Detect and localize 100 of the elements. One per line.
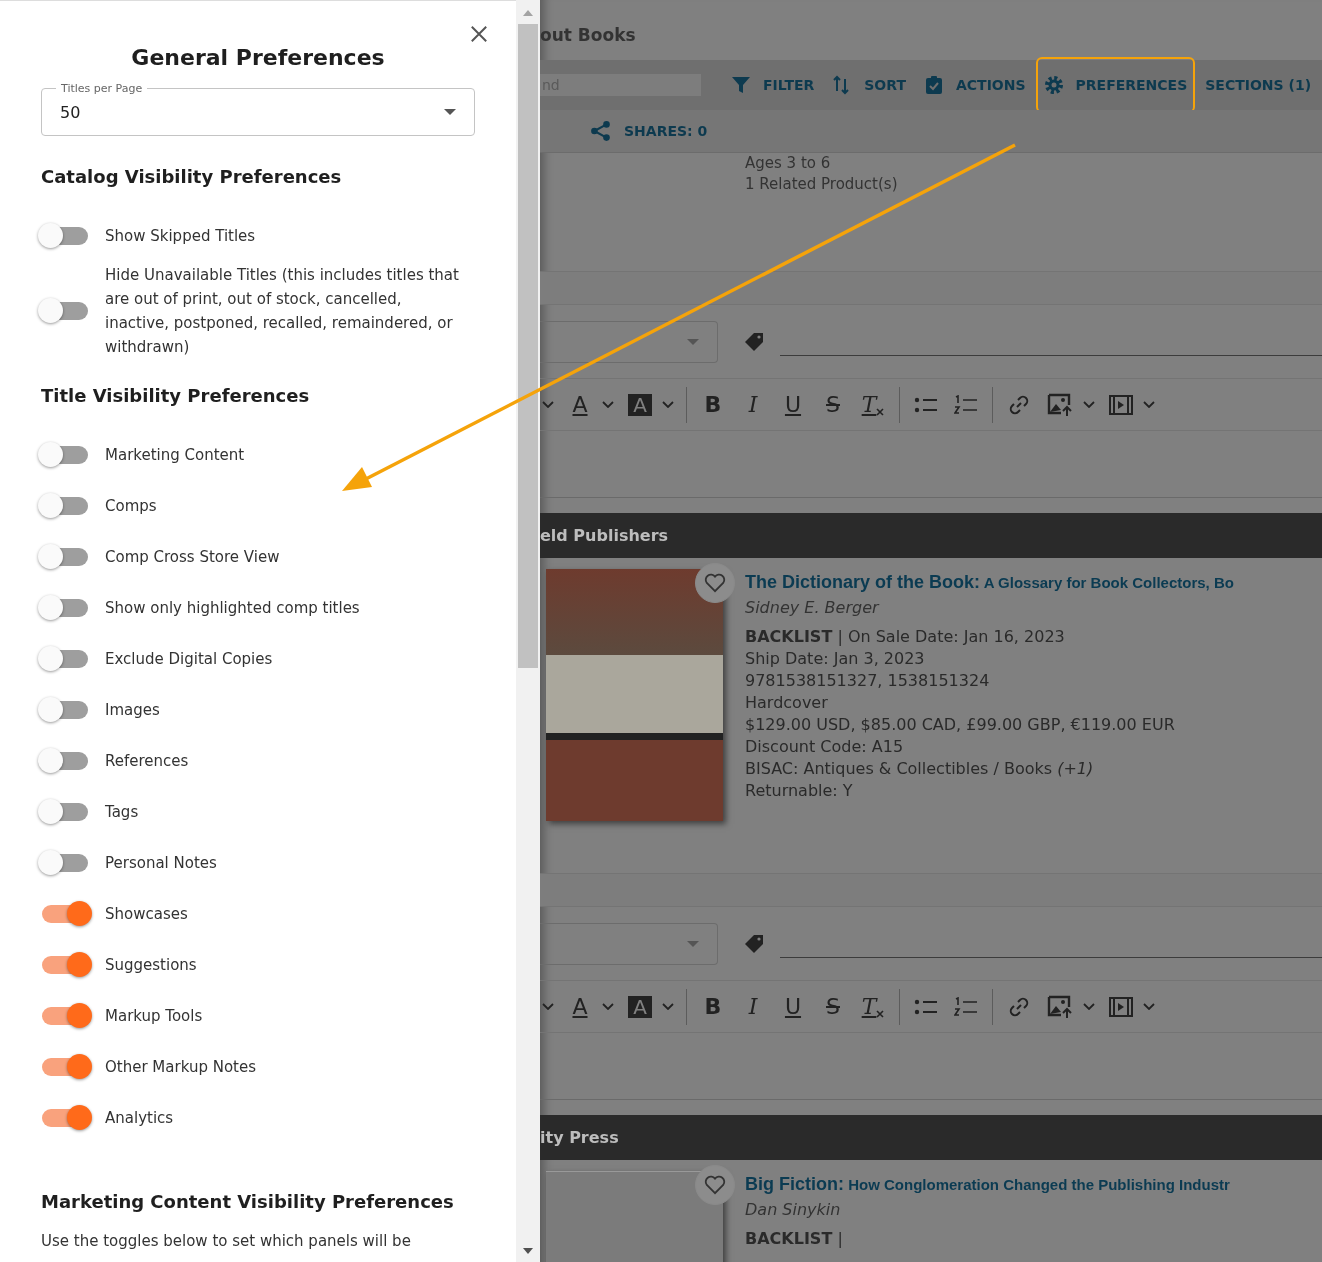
- section-heading: Title Visibility Preferences: [41, 385, 311, 406]
- toggle-label: Exclude Digital Copies: [105, 649, 273, 670]
- toggle-label: Other Markup Notes: [105, 1057, 256, 1078]
- caret-icon: [662, 401, 674, 408]
- publisher-header: eld Publishers: [540, 513, 1322, 558]
- toggle-label: Show Skipped Titles: [105, 226, 256, 247]
- caret-icon: [1143, 1003, 1155, 1010]
- toggle-label: Hide Unavailable Titles (this includes titles that are out of print, out of stock, cancelled, inactive, postponed, recalled, remaindered, or withdrawn): [105, 265, 460, 358]
- small-x-icon: [876, 407, 885, 416]
- settings-icon: [1043, 75, 1064, 95]
- bold-button[interactable]: B: [701, 991, 725, 1022]
- section-heading: Catalog Visibility Preferences: [41, 166, 343, 187]
- publisher-header: ity Press: [540, 1115, 1322, 1160]
- favorite-button[interactable]: [695, 1165, 735, 1205]
- titles-per-page-select[interactable]: Titles per Page 50: [41, 82, 475, 136]
- heart-icon: [704, 573, 726, 593]
- heart-icon: [704, 1175, 726, 1195]
- caret-icon: [662, 1003, 674, 1010]
- toggle-label: References: [105, 751, 189, 772]
- film-play-icon: [1109, 394, 1133, 415]
- caret-icon: [542, 1003, 554, 1010]
- clear-format-button[interactable]: T: [861, 991, 885, 1022]
- toggle-label: Markup Tools: [105, 1006, 203, 1027]
- close-button[interactable]: [470, 25, 488, 43]
- toolbar-button[interactable]: FILTER: [723, 59, 823, 111]
- description-text: Use the toggles below to set which panels will be: [41, 1232, 412, 1250]
- book-detail-text: Ship Date: Jan 3, 2023: [745, 648, 926, 670]
- caret-icon: [1083, 401, 1095, 408]
- favorite-button[interactable]: [695, 563, 735, 603]
- toggle-label: Personal Notes: [105, 853, 217, 874]
- numbered-list-icon: [954, 394, 978, 415]
- book-title-link[interactable]: The Dictionary of the Book: A Glossary for Book Collectors, Bo: [745, 569, 1322, 596]
- section-heading: Marketing Content Visibility Preferences: [41, 1191, 455, 1212]
- scroll-down-arrow-icon[interactable]: [523, 1248, 533, 1254]
- clipboard-check-icon: [923, 75, 944, 95]
- toolbar-button[interactable]: SECTIONS (1): [1197, 59, 1320, 111]
- select-label: Titles per Page: [60, 82, 144, 95]
- toolbar-button[interactable]: SORT: [824, 59, 914, 111]
- page-title: out Books: [540, 24, 637, 47]
- book-detail-text: BISAC: Antiques & Collectibles / Books (+1): [745, 758, 1095, 780]
- tag-icon: [744, 933, 764, 954]
- italic-button[interactable]: I: [741, 389, 765, 420]
- highlight-button[interactable]: A: [628, 995, 652, 1018]
- select-value: 50: [60, 102, 81, 122]
- caret-icon: [1083, 1003, 1095, 1010]
- toggle-label: Comps: [105, 496, 157, 517]
- book-detail-text: Hardcover: [745, 692, 829, 714]
- strike-button[interactable]: S: [821, 389, 845, 420]
- bullet-list-icon: [914, 395, 938, 414]
- book-detail-text: 9781538151327, 1538151324: [745, 670, 991, 692]
- highlight-button[interactable]: A: [628, 393, 652, 416]
- link-icon: [1009, 996, 1029, 1017]
- film-play-icon: [1109, 996, 1133, 1017]
- toggle-label: Suggestions: [105, 955, 197, 976]
- book-detail-text: Returnable: Y: [745, 780, 854, 802]
- underline-button[interactable]: U: [781, 991, 805, 1022]
- text-color-button[interactable]: A: [568, 389, 592, 420]
- caret-icon: [1143, 401, 1155, 408]
- caret-icon: [602, 1003, 614, 1010]
- text-color-button[interactable]: A: [568, 991, 592, 1022]
- summary-text: 1 Related Product(s): [745, 174, 899, 195]
- italic-button[interactable]: I: [741, 991, 765, 1022]
- bold-button[interactable]: B: [701, 389, 725, 420]
- scrollbar-thumb[interactable]: [518, 24, 538, 668]
- link-icon: [1009, 394, 1029, 415]
- tag-icon: [744, 331, 764, 352]
- image-upload-icon: [1047, 392, 1073, 417]
- book-author: Sidney E. Berger: [745, 597, 881, 619]
- book-detail-text: BACKLIST | On Sale Date: Jan 16, 2023: [745, 626, 1066, 648]
- share-icon: [590, 120, 612, 142]
- toggle-label: Analytics: [105, 1108, 174, 1129]
- scroll-up-arrow-icon[interactable]: [523, 10, 533, 16]
- dropdown-caret-icon: [687, 940, 699, 947]
- toggle-label: Images: [105, 700, 160, 721]
- small-x-icon: [876, 1009, 885, 1018]
- panel-title: General Preferences: [130, 45, 386, 70]
- close-icon: [470, 25, 488, 43]
- bullet-list-icon: [914, 997, 938, 1016]
- summary-text: Ages 3 to 6: [745, 153, 832, 174]
- filter-icon: [731, 75, 751, 95]
- caret-icon: [542, 401, 554, 408]
- toggle-label: Showcases: [105, 904, 188, 925]
- toggle-label: Marketing Content: [105, 445, 245, 466]
- shares-button[interactable]: SHARES: 0: [584, 119, 714, 143]
- toggle-label: Tags: [105, 802, 139, 823]
- numbered-list-icon: [954, 996, 978, 1017]
- book-detail-text: Discount Code: A15: [745, 736, 905, 758]
- image-upload-icon: [1047, 994, 1073, 1019]
- underline-button[interactable]: U: [781, 389, 805, 420]
- toggle-label: Comp Cross Store View: [105, 547, 280, 568]
- dropdown-caret-icon: [687, 338, 699, 345]
- caret-icon: [602, 401, 614, 408]
- clear-format-button[interactable]: T: [861, 389, 885, 420]
- toggle-label: Show only highlighted comp titles: [105, 598, 360, 619]
- book-detail-text: $129.00 USD, $85.00 CAD, £99.00 GBP, €119.00 EUR: [745, 714, 1176, 736]
- book-detail-text: BACKLIST |: [745, 1228, 844, 1250]
- strike-button[interactable]: S: [821, 991, 845, 1022]
- dropdown-caret-icon: [444, 109, 456, 115]
- book-title-link[interactable]: Big Fiction: How Conglomeration Changed the Publishing Industr: [745, 1171, 1322, 1198]
- dropdown-select[interactable]: [540, 320, 718, 363]
